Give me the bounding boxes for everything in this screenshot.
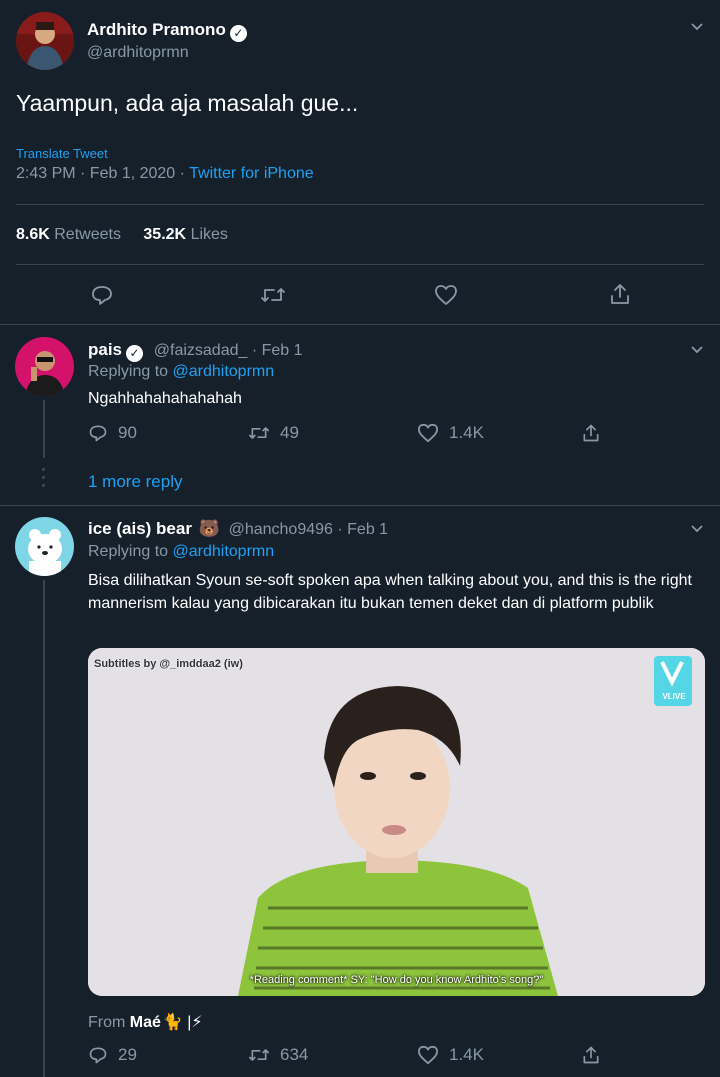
reply2-retweet-count: 634 <box>280 1045 309 1064</box>
share-icon[interactable] <box>581 423 601 443</box>
reply2-reply-count: 29 <box>118 1045 137 1064</box>
retweets-stat[interactable]: 8.6K Retweets <box>16 226 121 243</box>
divider <box>0 324 720 325</box>
chevron-down-icon[interactable] <box>690 522 704 536</box>
video-caption: *Reading comment* SY: "How do you know A… <box>249 974 544 986</box>
likes-stat[interactable]: 35.2K Likes <box>143 226 228 243</box>
thread-line <box>43 580 45 1077</box>
like-icon <box>417 423 438 443</box>
reply2-handle-date[interactable]: @hancho9496 · Feb 1 <box>229 521 388 538</box>
reply1-like-button[interactable]: 1.4K <box>417 423 484 443</box>
retweet-icon <box>248 1049 269 1061</box>
chevron-down-icon[interactable] <box>690 343 704 357</box>
reply1-retweet-button[interactable]: 49 <box>248 423 299 443</box>
reply2-replying-prefix: Replying to <box>88 543 173 560</box>
video-subtitle-credit: Subtitles by @_imddaa2 (iw) <box>94 658 243 670</box>
like-icon[interactable] <box>434 284 458 306</box>
reply1-reply-button[interactable]: 90 <box>88 423 137 443</box>
retweet-icon <box>248 427 269 439</box>
video-frame <box>88 648 705 996</box>
reply1-handle-date[interactable]: @faizsadad_ · Feb 1 <box>154 342 303 359</box>
from-suffix: 🐈 |⚡ <box>162 1014 203 1031</box>
reply1-reply-count: 90 <box>118 423 137 442</box>
reply1-replying-to-link[interactable]: @ardhitoprmn <box>173 363 275 380</box>
from-account-link[interactable]: Maé <box>130 1014 161 1031</box>
thread-dots <box>42 468 46 487</box>
tweet-stats: 8.6K Retweets 35.2K Likes <box>16 226 228 244</box>
reply2-like-count: 1.4K <box>449 1045 484 1064</box>
share-icon[interactable] <box>581 1045 601 1065</box>
retweet-icon[interactable] <box>260 283 286 307</box>
vlive-logo-text: VLIVE <box>662 692 686 701</box>
more-replies-link[interactable]: 1 more reply <box>88 472 182 492</box>
avatar-ice-bear[interactable] <box>15 517 74 576</box>
tweet-text: Yaampun, ada aja masalah gue... <box>16 90 359 116</box>
reply2-reply-button[interactable]: 29 <box>88 1045 137 1065</box>
reply2-replying-to-link[interactable]: @ardhitoprmn <box>173 543 275 560</box>
verified-icon: ✓ <box>126 345 144 362</box>
avatar-pais[interactable] <box>15 337 74 396</box>
reply2-video-media[interactable]: Subtitles by @_imddaa2 (iw) VLIVE *Readi… <box>88 648 705 996</box>
reply2-retweet-button[interactable]: 634 <box>248 1045 308 1065</box>
chevron-down-icon[interactable] <box>690 20 704 34</box>
translate-tweet-link[interactable]: Translate Tweet <box>16 146 108 161</box>
reply2-author-name[interactable]: ice (ais) bear <box>88 519 192 538</box>
reply1-text: Ngahhahahahahahah <box>88 390 242 407</box>
bear-emoji: 🐻 <box>198 519 220 538</box>
divider <box>16 204 704 205</box>
tweet-source-link[interactable]: Twitter for iPhone <box>189 165 314 182</box>
divider <box>0 505 720 506</box>
tweet-timestamp: 2:43 PM · Feb 1, 2020 · <box>16 165 190 182</box>
thread-line <box>43 400 45 458</box>
reply1-retweet-count: 49 <box>280 423 299 442</box>
reply2-text: Bisa dilihatkan Syoun se-soft spoken apa… <box>88 572 692 612</box>
reply-icon[interactable] <box>90 283 114 307</box>
avatar-ardhito[interactable] <box>16 12 74 70</box>
author-handle[interactable]: @ardhitoprmn <box>87 44 189 62</box>
author-name[interactable]: Ardhito Pramono <box>87 20 226 39</box>
from-prefix: From <box>88 1014 130 1031</box>
divider <box>16 264 704 265</box>
reply1-author-name[interactable]: pais <box>88 340 122 359</box>
like-icon <box>417 1045 438 1065</box>
reply1-like-count: 1.4K <box>449 423 484 442</box>
share-icon[interactable] <box>608 282 632 306</box>
reply-icon <box>89 1047 107 1064</box>
reply2-like-button[interactable]: 1.4K <box>417 1045 484 1065</box>
reply1-replying-prefix: Replying to <box>88 363 173 380</box>
reply-icon <box>89 425 107 442</box>
verified-icon: ✓ <box>229 25 247 42</box>
